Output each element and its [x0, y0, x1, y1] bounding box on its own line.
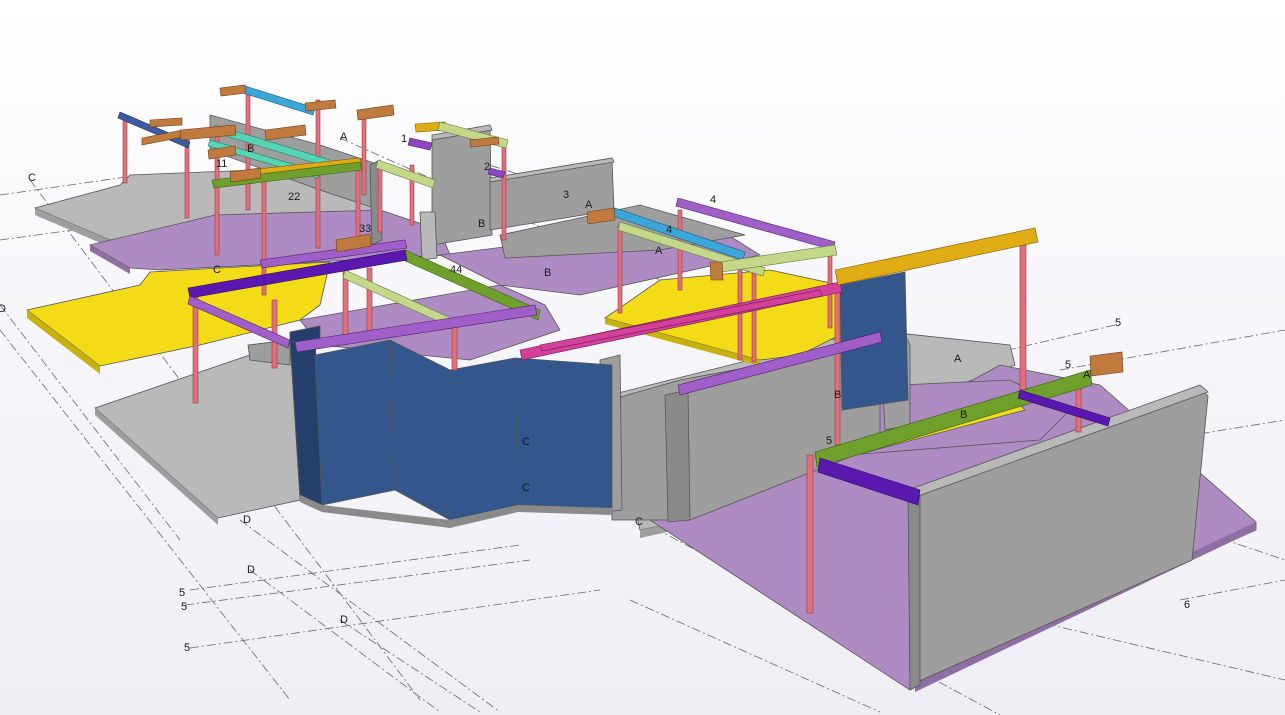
grid-label: 11 — [216, 158, 227, 170]
grid-label: A — [1083, 369, 1091, 381]
grid-label: 5 — [179, 587, 185, 599]
grid-label: 5 — [1065, 359, 1071, 371]
grid-label: D — [340, 614, 348, 626]
grid-label: C — [28, 172, 36, 184]
grid-label: 3 — [563, 189, 569, 201]
grid-label: A — [340, 131, 348, 143]
grid-label: 5 — [826, 435, 832, 447]
grid-label: B — [478, 218, 485, 230]
grid-label: D — [243, 514, 251, 526]
grid-label: D — [0, 303, 6, 315]
grid-label: 33 — [359, 223, 371, 235]
grid-label: B — [247, 143, 254, 155]
model-viewport: C D A 1 B 11 2 22 3 A 4 B 33 4 A C 44 B … — [0, 0, 1285, 715]
grid-label: A — [585, 199, 593, 211]
grid-label: C — [522, 436, 530, 448]
grid-label: C — [635, 516, 643, 528]
grid-label: 5 — [1115, 317, 1121, 329]
grid-label: A — [954, 353, 962, 365]
grid-label: 4 — [666, 224, 672, 236]
grid-label: 4 — [710, 194, 716, 206]
grid-label: B — [960, 409, 967, 421]
grid-label: 44 — [450, 264, 462, 276]
grid-label: 5 — [184, 642, 190, 654]
grid-label: 5 — [181, 601, 187, 613]
grid-label: C — [213, 264, 221, 276]
grid-label: 6 — [1184, 599, 1190, 611]
grid-label: D — [247, 564, 255, 576]
grid-label: 22 — [288, 191, 300, 203]
grid-label: 1 — [401, 133, 407, 145]
structural-model-3d: C D A 1 B 11 2 22 3 A 4 B 33 4 A C 44 B … — [0, 84, 1285, 715]
grid-label: B — [544, 267, 551, 279]
grid-label: 2 — [484, 161, 490, 173]
grid-label: B — [834, 389, 841, 401]
grid-label: C — [522, 482, 530, 494]
grid-label: A — [655, 245, 663, 257]
